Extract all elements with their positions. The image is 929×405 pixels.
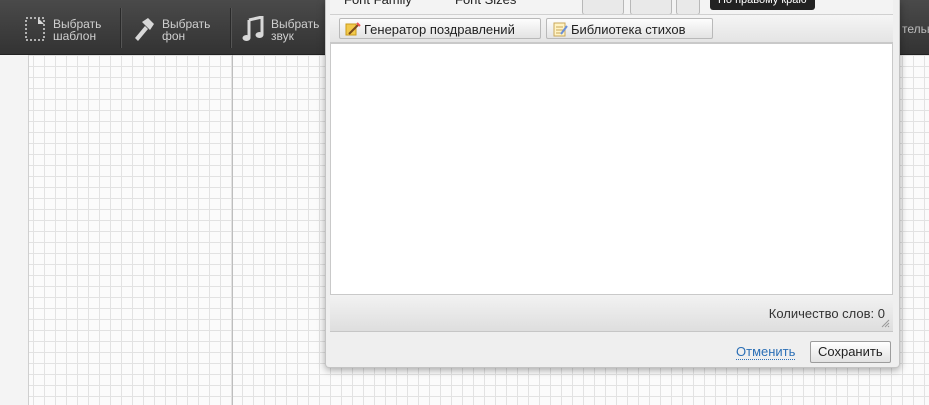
- toolbar-divider: [120, 8, 121, 48]
- cancel-link[interactable]: Отменить: [736, 345, 796, 360]
- word-count: Количество слов: 0: [768, 306, 885, 321]
- format-button[interactable]: [630, 0, 672, 14]
- choose-background-button[interactable]: Выбрать фон: [133, 14, 228, 44]
- editor-extras-toolbar: Генератор поздравлений Библиотека стихов: [330, 15, 893, 43]
- choose-template-button[interactable]: Выбрать шаблон: [24, 14, 119, 44]
- editor-status-bar: Количество слов: 0: [330, 295, 893, 332]
- format-button[interactable]: [676, 0, 700, 14]
- save-button[interactable]: Сохранить: [810, 341, 891, 363]
- greeting-generator-button[interactable]: Генератор поздравлений: [339, 18, 541, 39]
- choose-template-label: Выбрать шаблон: [53, 17, 102, 43]
- align-left-button[interactable]: [582, 0, 624, 14]
- canvas-gutter: [0, 55, 29, 405]
- toolbar-divider: [230, 8, 231, 48]
- poem-library-button[interactable]: Библиотека стихов: [546, 18, 713, 39]
- align-right-tooltip: По правому краю: [710, 0, 815, 10]
- toolbar-right-label[interactable]: тельн: [902, 22, 929, 36]
- greeting-generator-label: Генератор поздравлений: [364, 22, 515, 37]
- editor-format-toolbar: Font Family Font Sizes По правому краю: [330, 0, 893, 15]
- resize-grip-icon[interactable]: [881, 319, 890, 328]
- font-family-select[interactable]: Font Family: [344, 0, 412, 12]
- font-size-select[interactable]: Font Sizes: [455, 0, 516, 12]
- choose-sound-button[interactable]: Выбрать звук: [242, 14, 322, 44]
- text-editor-dialog: Font Family Font Sizes По правому краю Г…: [325, 0, 900, 368]
- magic-wand-icon: [345, 22, 361, 36]
- music-note-icon: [242, 16, 264, 41]
- choose-background-label: Выбрать фон: [162, 17, 211, 43]
- text-edit-area[interactable]: [330, 43, 893, 295]
- hammer-icon: [135, 18, 154, 41]
- template-icon: [25, 17, 45, 41]
- poem-library-label: Библиотека стихов: [571, 22, 686, 37]
- canvas-guide-line: [232, 55, 233, 405]
- notepad-icon: [553, 22, 568, 37]
